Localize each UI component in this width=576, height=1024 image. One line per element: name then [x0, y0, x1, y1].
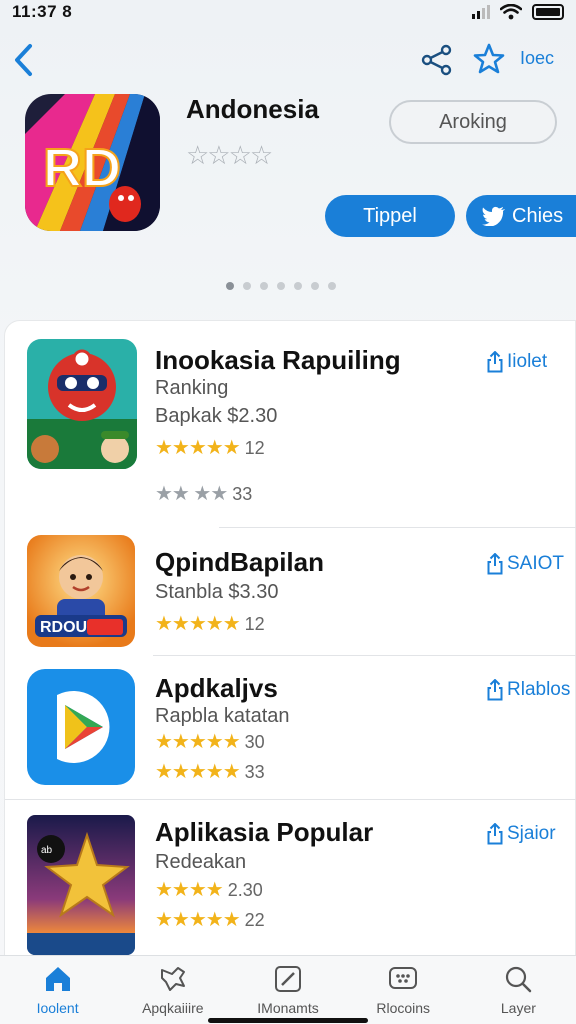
- app-name: Aplikasia Popular: [155, 817, 374, 847]
- app-rating: ★★★★★ 12: [155, 611, 265, 636]
- page-dot[interactable]: [328, 282, 336, 290]
- app-rating: ★★★★★ 30: [155, 729, 265, 754]
- share-up-icon: [487, 351, 503, 373]
- app-icon: RDOU: [27, 535, 135, 647]
- app-list: Inookasia Rapuiling Ranking Bapkak $2.30…: [4, 320, 576, 960]
- app-name: Inookasia Rapuiling: [155, 345, 401, 375]
- page-dot[interactable]: [311, 282, 319, 290]
- tab-label: Rlocoins: [376, 1000, 431, 1016]
- get-button[interactable]: SAIOT: [487, 553, 564, 575]
- app-icon: [27, 339, 137, 469]
- wifi-icon: [500, 4, 522, 20]
- bird-icon: [482, 206, 505, 226]
- get-button[interactable]: Sjaior: [487, 823, 556, 845]
- share-up-icon: [487, 679, 503, 701]
- get-button-label: SAIOT: [507, 553, 565, 574]
- app-name: Apdkaljvs: [155, 673, 278, 703]
- battery-icon: [532, 4, 564, 20]
- svg-text:RDOU: RDOU: [40, 619, 87, 636]
- hero-app-icon: RD: [25, 94, 160, 231]
- tab-search[interactable]: Layer: [461, 956, 576, 1024]
- app-icon: ab: [27, 815, 135, 955]
- divider: [5, 799, 576, 800]
- share-icon: [421, 44, 452, 76]
- home-icon: [45, 967, 70, 991]
- star-outline-icon: [473, 43, 505, 74]
- app-price: Bapkak $2.30: [155, 405, 278, 427]
- svg-text:RD: RD: [43, 138, 121, 198]
- share-up-icon: [487, 553, 503, 575]
- rating-value: 22: [244, 910, 265, 930]
- status-bar: 11:37 8: [0, 0, 576, 28]
- rating-stars: ★★★★★: [155, 613, 241, 635]
- share-up-icon: [487, 823, 503, 845]
- tab-label: Apqkaiiire: [142, 1000, 204, 1016]
- rating-value: 30: [244, 732, 265, 752]
- app-subtitle: Rapbla katatan: [155, 705, 290, 727]
- get-button-label: Sjaior: [507, 823, 556, 844]
- page-dot[interactable]: [226, 282, 234, 290]
- app-subtitle: Redeakan: [155, 851, 247, 873]
- status-time: 11:37 8: [12, 2, 73, 21]
- app-rating: ★★★★★ 33: [155, 759, 265, 784]
- rating-stars: ★★★★★: [155, 731, 241, 753]
- rating-stars: ★★★★★: [155, 437, 241, 459]
- hero-rating-stars: ☆☆☆☆: [186, 140, 273, 170]
- tippel-button[interactable]: Tippel: [325, 195, 455, 237]
- rating-value: 33: [232, 484, 253, 504]
- app-subtitle: Stanbla $3.30: [155, 581, 279, 603]
- rating-value: 12: [244, 438, 265, 458]
- search-icon: [506, 966, 532, 993]
- edit-icon: [275, 966, 301, 992]
- get-button[interactable]: Iiolet: [487, 351, 547, 373]
- page-dot[interactable]: [277, 282, 285, 290]
- app-name: QpindBapilan: [155, 547, 324, 577]
- share-button[interactable]: [420, 44, 454, 76]
- tab-label: IMonamts: [257, 1000, 319, 1016]
- chies-button[interactable]: Chies: [466, 195, 576, 237]
- signal-icon: [472, 5, 490, 19]
- rating-value: 12: [244, 614, 265, 634]
- divider: [153, 655, 576, 656]
- home-indicator[interactable]: [208, 1018, 368, 1023]
- rating-stars: ★★ ★★: [155, 483, 228, 505]
- get-button-label: Rlablos: [507, 679, 571, 700]
- app-rating: ★★ ★★ 33: [155, 481, 252, 506]
- rating-stars: ★★★★★: [155, 909, 241, 931]
- page-dot[interactable]: [243, 282, 251, 290]
- app-icon: [27, 669, 135, 785]
- page-indicator[interactable]: [226, 282, 336, 290]
- divider: [219, 527, 576, 528]
- primary-action-button[interactable]: Aroking: [389, 100, 557, 144]
- tab-label: Layer: [500, 1000, 536, 1016]
- svg-text:ab: ab: [41, 845, 53, 856]
- chevron-left-icon: [15, 44, 32, 76]
- controller-icon: [160, 967, 185, 991]
- rating-stars: ★★★★★: [155, 761, 241, 783]
- rating-value: 33: [244, 762, 265, 782]
- get-button[interactable]: Rlablos: [487, 679, 570, 701]
- status-icons: [472, 4, 564, 20]
- chat-icon: [389, 967, 418, 989]
- tab-rooms[interactable]: Rlocoins: [346, 956, 461, 1024]
- tab-label: Ioolent: [36, 1000, 79, 1016]
- tab-today[interactable]: Ioolent: [0, 956, 115, 1024]
- page-dot[interactable]: [294, 282, 302, 290]
- get-button-label: Iiolet: [507, 351, 548, 372]
- tab-games[interactable]: Apqkaiiire: [115, 956, 230, 1024]
- app-subtitle: Ranking: [155, 377, 229, 399]
- favorite-button[interactable]: [472, 42, 506, 76]
- tab-bar: Ioolent Apqkaiiire IMonamts Rlocoins Lay…: [0, 955, 576, 1024]
- rating-stars: ★★★★: [155, 879, 224, 901]
- page-dot[interactable]: [260, 282, 268, 290]
- app-rating: ★★★★★ 22: [155, 907, 265, 932]
- app-rating: ★★★★★ 12: [155, 435, 265, 460]
- top-link[interactable]: Ioec: [520, 48, 554, 69]
- chies-button-label: Chies: [512, 205, 564, 227]
- back-button[interactable]: [12, 42, 42, 82]
- tab-moments[interactable]: IMonamts: [230, 956, 345, 1024]
- app-rating: ★★★★ 2.30: [155, 877, 263, 902]
- hero-title: Andonesia: [186, 94, 319, 124]
- rating-value: 2.30: [227, 880, 263, 900]
